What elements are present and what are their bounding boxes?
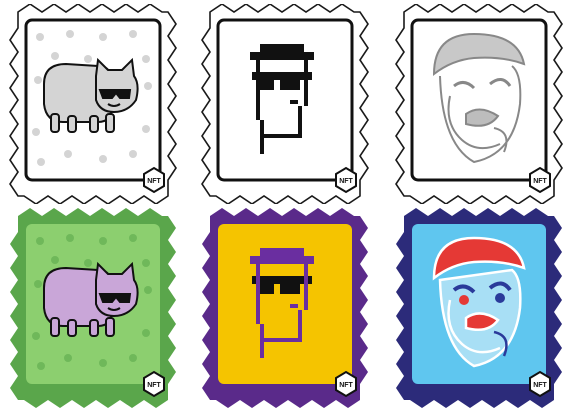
nft-badge-text: NFT bbox=[533, 382, 547, 389]
stamp-face-outline: NFT bbox=[394, 4, 564, 204]
nft-badge: NFT bbox=[143, 370, 165, 398]
nft-badge-text: NFT bbox=[339, 382, 353, 389]
nft-badge: NFT bbox=[529, 370, 551, 398]
nft-badge-text: NFT bbox=[533, 178, 547, 185]
stamp-cat-color: NFT bbox=[8, 208, 178, 408]
stamp-cat-outline: NFT bbox=[8, 4, 178, 204]
nft-badge-text: NFT bbox=[147, 382, 161, 389]
stamp-face-color: NFT bbox=[394, 208, 564, 408]
stamp-pixelman-outline: NFT bbox=[200, 4, 370, 204]
nft-badge: NFT bbox=[529, 166, 551, 194]
stamp-pixelman-color: NFT bbox=[200, 208, 370, 408]
nft-badge-text: NFT bbox=[147, 178, 161, 185]
nft-badge-text: NFT bbox=[339, 178, 353, 185]
nft-badge: NFT bbox=[335, 166, 357, 194]
nft-badge: NFT bbox=[143, 166, 165, 194]
nft-badge: NFT bbox=[335, 370, 357, 398]
